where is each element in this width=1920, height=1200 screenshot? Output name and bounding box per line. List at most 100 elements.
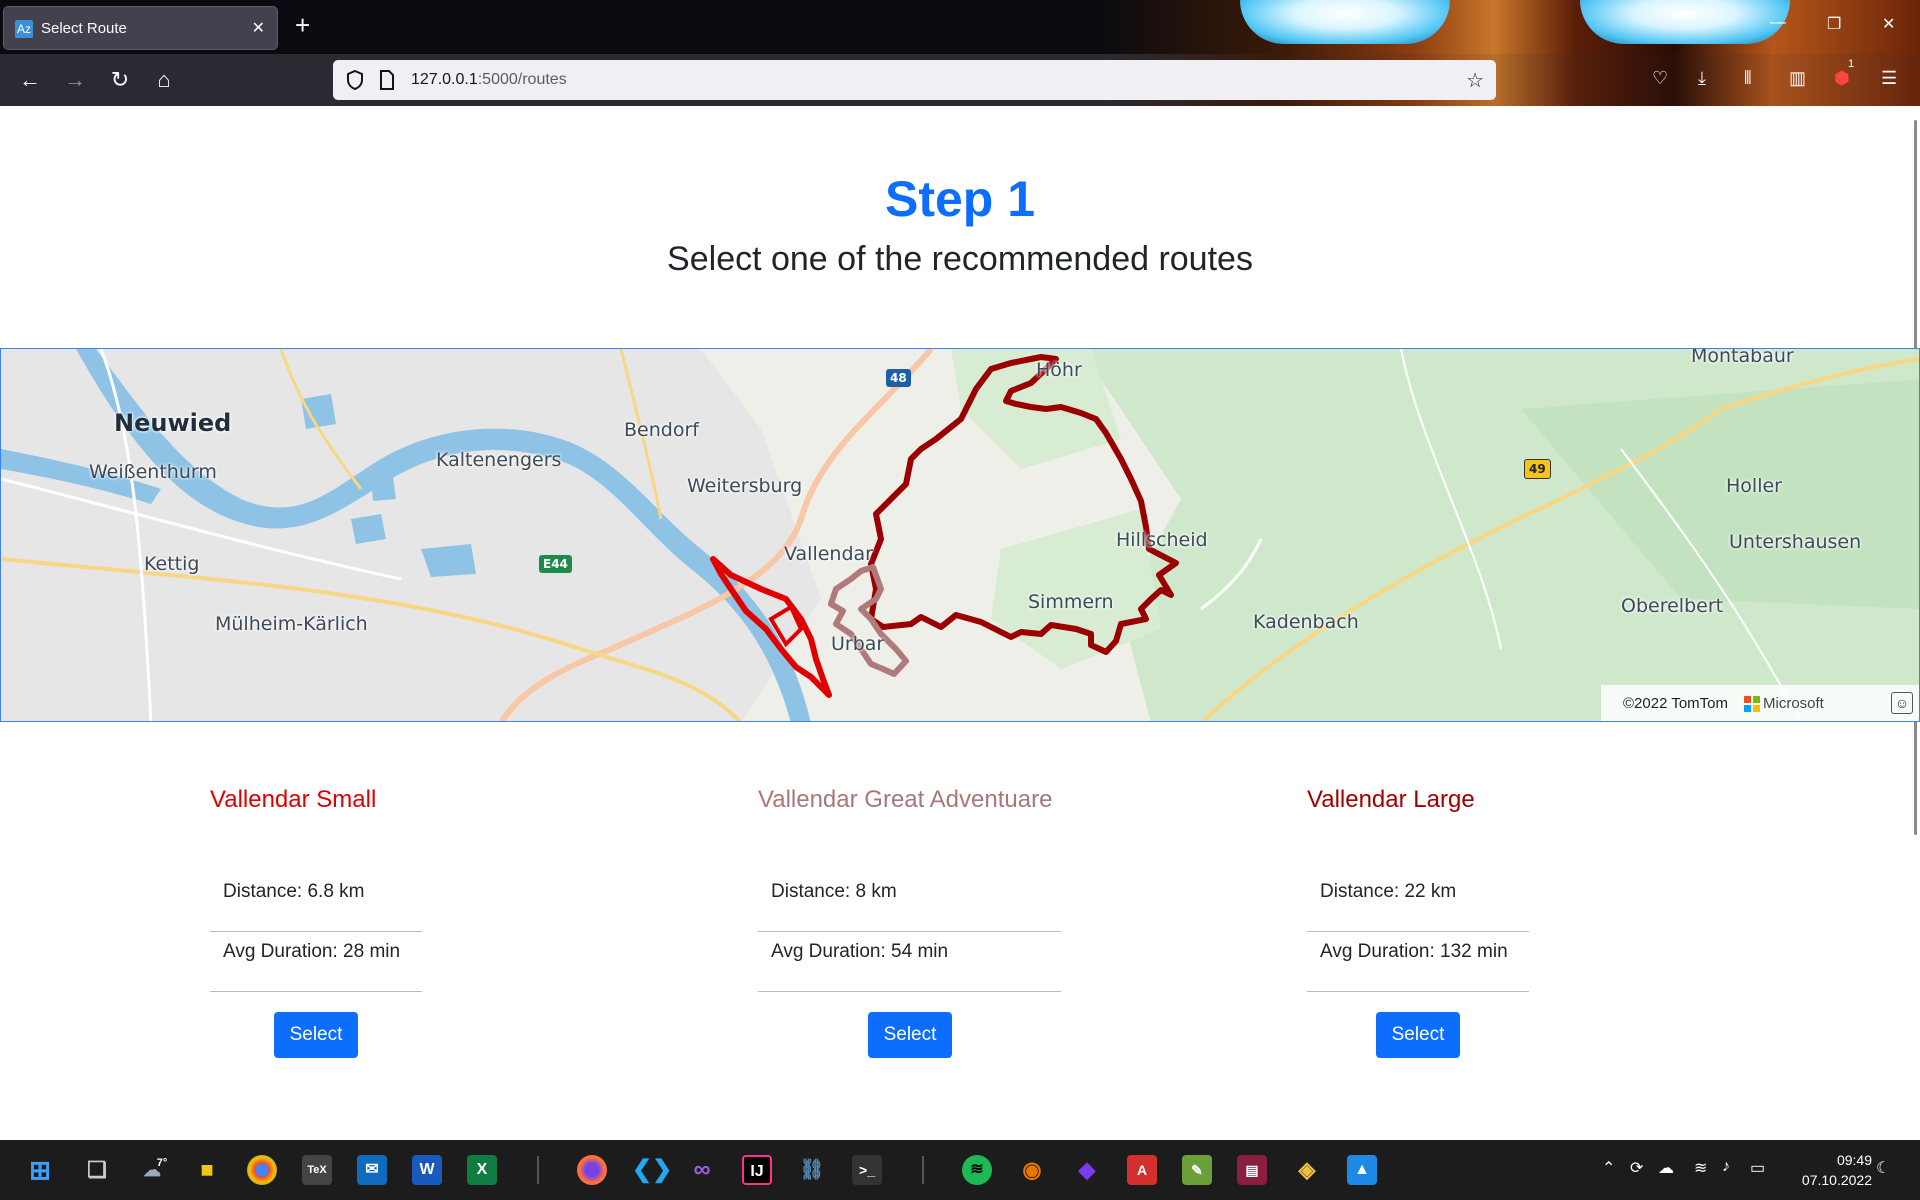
route-distance: Distance: 8 km xyxy=(758,872,1061,932)
map-label-weissenthurm: Weißenthurm xyxy=(89,461,217,483)
map-label-bendorf: Bendorf xyxy=(624,419,699,441)
spotify-icon[interactable]: ≋ xyxy=(962,1155,992,1185)
taskbar-separator xyxy=(537,1156,539,1184)
map-label-weitersburg: Weitersburg xyxy=(687,475,803,497)
file-explorer-icon[interactable]: ■ xyxy=(192,1155,222,1185)
route-card-great-adventure: Vallendar Great Adventuare Distance: 8 k… xyxy=(758,786,1061,1058)
git-icon[interactable]: ◈ xyxy=(1292,1155,1322,1185)
route-name: Vallendar Small xyxy=(210,786,377,813)
page-subtitle: Select one of the recommended routes xyxy=(667,240,1253,278)
microsoft-logo-icon xyxy=(1744,696,1760,712)
weather-temp: 7° xyxy=(156,1157,168,1169)
chrome-icon[interactable] xyxy=(247,1155,277,1185)
reload-icon[interactable]: ↻ xyxy=(106,66,134,94)
select-route-small-button[interactable]: Select xyxy=(274,1012,358,1058)
clock-date: 07.10.2022 xyxy=(1801,1172,1872,1188)
notepad-icon[interactable]: ✎ xyxy=(1182,1155,1212,1185)
firefox-icon[interactable] xyxy=(577,1155,607,1185)
blender-icon[interactable]: ◉ xyxy=(1017,1155,1047,1185)
tab-close-icon[interactable]: ✕ xyxy=(252,18,265,38)
browser-tab-strip: Az Select Route ✕ + — ❐ ✕ xyxy=(0,0,1920,54)
url-text[interactable]: 127.0.0.1:5000/routes xyxy=(411,71,567,89)
notifications-icon[interactable]: ☾ xyxy=(1876,1158,1890,1178)
battery-icon[interactable]: ▭ xyxy=(1750,1158,1765,1178)
pocket-icon[interactable]: ♡ xyxy=(1652,68,1668,89)
intellij-icon[interactable]: IJ xyxy=(742,1155,772,1185)
map-label-vallendar: Vallendar xyxy=(784,543,873,565)
sync-icon[interactable]: ⟳ xyxy=(1630,1158,1643,1178)
texmaker-icon[interactable]: TeX xyxy=(302,1155,332,1185)
bookmark-star-icon[interactable]: ☆ xyxy=(1466,68,1484,93)
map-label-oberelbert: Oberelbert xyxy=(1621,595,1724,617)
library-icon[interactable]: ⫴ xyxy=(1744,68,1752,89)
tracking-shield-icon[interactable] xyxy=(345,69,365,91)
visual-studio-icon[interactable]: ∞ xyxy=(687,1155,717,1185)
browser-toolbar: ← → ↻ ⌂ 127.0.0.1:5000/routes ☆ ♡ ⤓ ⫴ ▥ … xyxy=(0,54,1920,106)
route-map[interactable]: Neuwied Weißenthurm Kaltenengers Bendorf… xyxy=(0,348,1920,722)
obsidian-icon[interactable]: ◆ xyxy=(1072,1155,1102,1185)
wifi-icon[interactable]: ≋ xyxy=(1694,1158,1707,1178)
map-label-montabaur: Montabaur xyxy=(1691,348,1794,367)
select-route-great-adventure-button[interactable]: Select xyxy=(868,1012,952,1058)
road-shield-48: 48 xyxy=(886,369,911,387)
map-label-urbar: Urbar xyxy=(831,633,885,655)
taskbar-separator xyxy=(922,1156,924,1184)
attribution-tomtom: ©2022 TomTom xyxy=(1623,695,1728,712)
tab-select-route[interactable]: Az Select Route ✕ xyxy=(3,6,278,50)
map-label-neuwied: Neuwied xyxy=(114,409,232,437)
forward-icon[interactable]: → xyxy=(61,66,89,94)
route-name: Vallendar Great Adventuare xyxy=(758,786,1053,813)
page-info-icon[interactable] xyxy=(379,70,395,90)
map-label-simmern: Simmern xyxy=(1028,591,1114,613)
extension-icon[interactable]: ⬢ xyxy=(1834,68,1850,89)
back-icon[interactable]: ← xyxy=(16,66,44,94)
volume-icon[interactable]: ♪ xyxy=(1722,1158,1730,1176)
word-icon[interactable]: W xyxy=(412,1155,442,1185)
map-label-kettig: Kettig xyxy=(144,553,200,575)
tab-favicon-icon: Az xyxy=(15,20,33,38)
photos-icon[interactable]: ▲ xyxy=(1347,1155,1377,1185)
terminal-icon[interactable]: >_ xyxy=(852,1155,882,1185)
map-canvas[interactable] xyxy=(1,349,1920,722)
route-duration: Avg Duration: 28 min xyxy=(210,932,422,992)
restore-icon[interactable]: ❐ xyxy=(1827,14,1841,34)
onedrive-icon[interactable]: ☁ xyxy=(1658,1158,1674,1178)
tray-overflow-icon[interactable]: ⌃ xyxy=(1602,1158,1615,1178)
page-content: Step 1 Select one of the recommended rou… xyxy=(0,106,1920,1140)
sidebar-icon[interactable]: ▥ xyxy=(1789,68,1806,89)
minimize-icon[interactable]: — xyxy=(1770,14,1786,32)
theme-background xyxy=(1100,0,1920,54)
route-duration: Avg Duration: 54 min xyxy=(758,932,1061,992)
route-distance: Distance: 6.8 km xyxy=(210,872,422,932)
route-duration: Avg Duration: 132 min xyxy=(1307,932,1529,992)
theme-eye-left xyxy=(1240,0,1450,44)
route-card-small: Vallendar Small Distance: 6.8 km Avg Dur… xyxy=(210,786,422,1058)
winrar-icon[interactable]: ▤ xyxy=(1237,1155,1267,1185)
map-label-kadenbach: Kadenbach xyxy=(1253,611,1359,633)
start-icon[interactable]: ⊞ xyxy=(25,1155,55,1185)
map-attribution: ©2022 TomTom Microsoft ☺ xyxy=(1601,685,1919,721)
task-view-icon[interactable]: ❏ xyxy=(82,1155,112,1185)
theme-eye-right xyxy=(1580,0,1790,44)
map-label-untershausen: Untershausen xyxy=(1729,531,1862,553)
menu-icon[interactable]: ☰ xyxy=(1881,68,1897,89)
excel-icon[interactable]: X xyxy=(467,1155,497,1185)
map-label-hoehr: Höhr xyxy=(1036,359,1082,381)
network-tool-icon[interactable]: ⛓ xyxy=(797,1155,827,1185)
clock-time: 09:49 xyxy=(1836,1152,1872,1168)
clock[interactable]: 09:49 07.10.2022 xyxy=(1802,1150,1872,1190)
close-window-icon[interactable]: ✕ xyxy=(1882,14,1895,34)
step-title: Step 1 xyxy=(884,171,1036,227)
address-bar[interactable]: 127.0.0.1:5000/routes ☆ xyxy=(333,60,1496,100)
vscode-icon[interactable]: ❮❯ xyxy=(632,1155,672,1185)
map-label-hillscheid: Hillscheid xyxy=(1116,529,1208,551)
new-tab-icon[interactable]: + xyxy=(295,10,310,40)
home-icon[interactable]: ⌂ xyxy=(150,66,178,94)
acrobat-icon[interactable]: A xyxy=(1127,1155,1157,1185)
select-route-large-button[interactable]: Select xyxy=(1376,1012,1460,1058)
extension-badge: 1 xyxy=(1848,58,1855,70)
tab-title: Select Route xyxy=(41,20,127,37)
downloads-icon[interactable]: ⤓ xyxy=(1698,68,1706,89)
feedback-smiley-icon[interactable]: ☺ xyxy=(1891,692,1913,714)
mail-icon[interactable]: ✉ xyxy=(357,1155,387,1185)
